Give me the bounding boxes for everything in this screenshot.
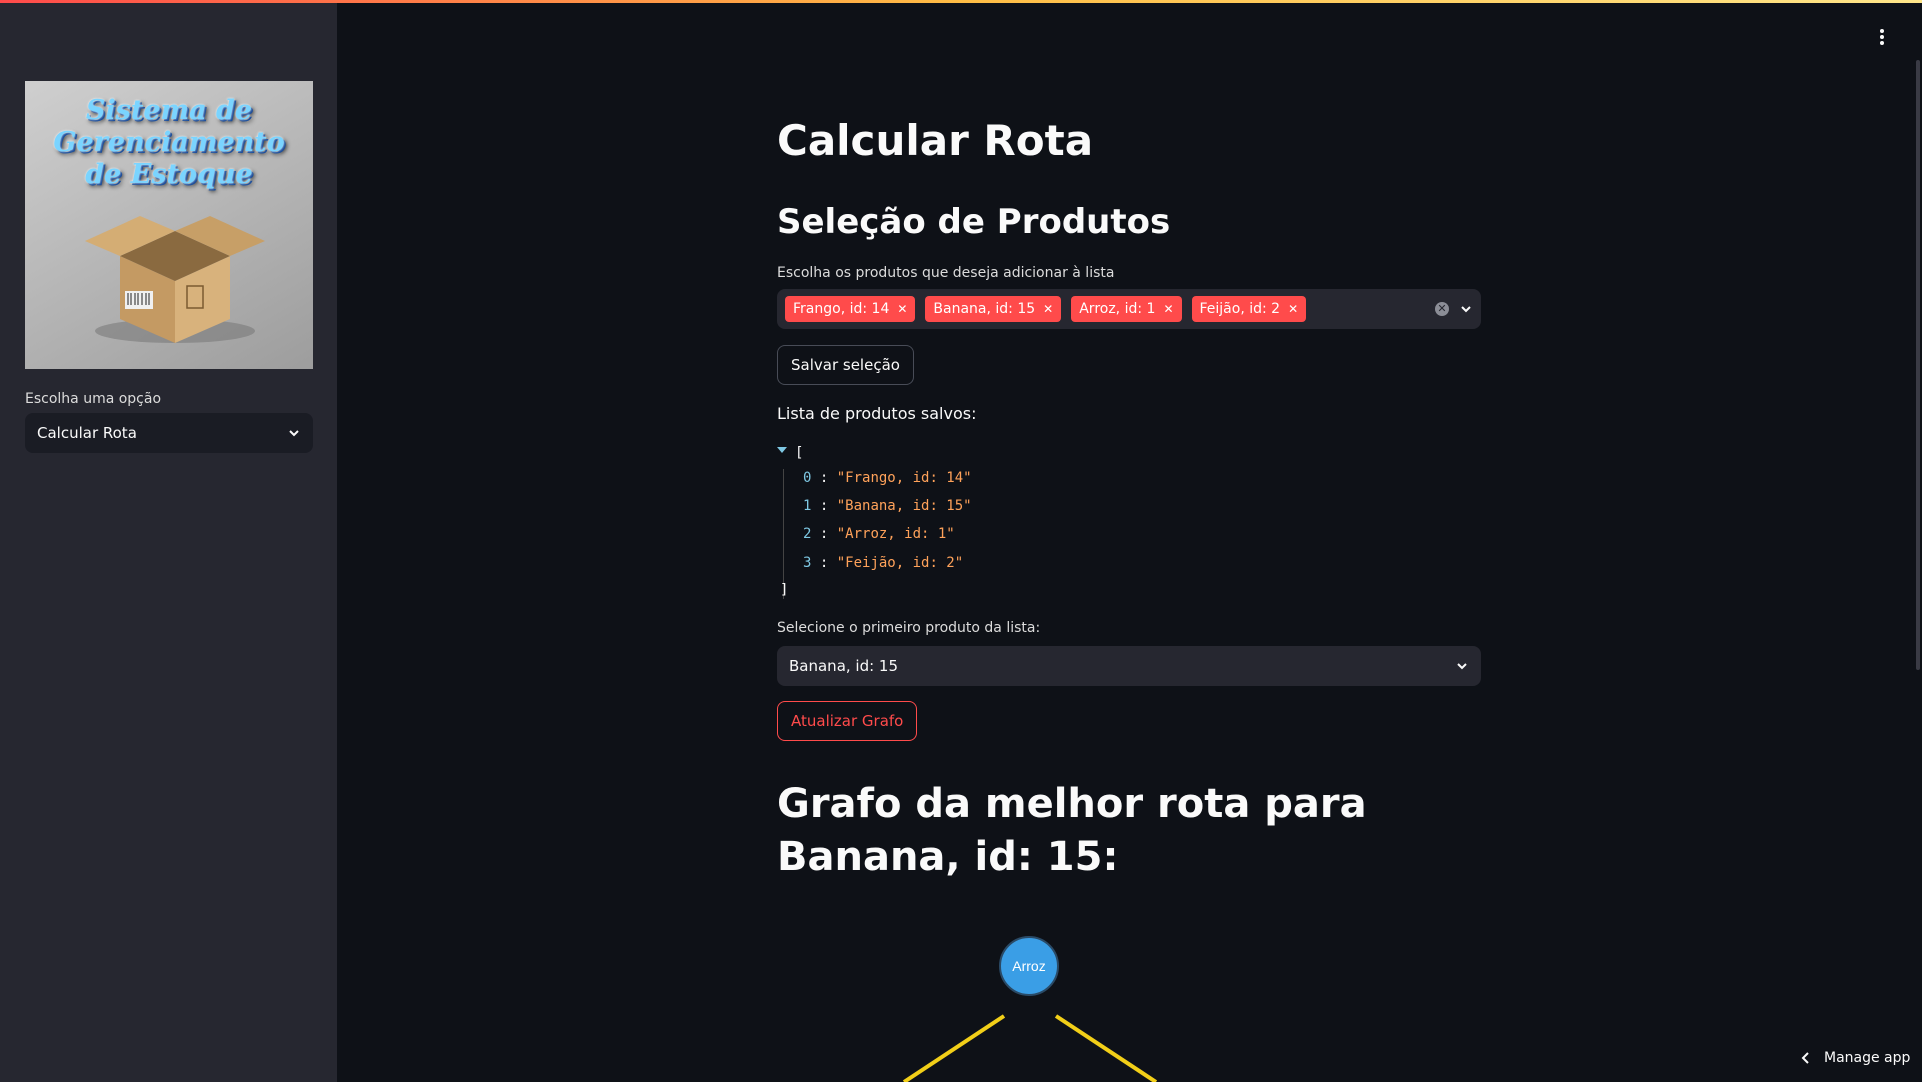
chip-label: Banana, id: 15 [933,301,1036,317]
chevron-down-icon [1457,663,1467,670]
selected-chip[interactable]: Frango, id: 14 ✕ [785,296,916,322]
first-product-label: Selecione o primeiro produto da lista: [777,620,1041,636]
graph-edge [1054,1014,1158,1082]
close-icon[interactable]: ✕ [1288,302,1298,316]
chip-label: Arroz, id: 1 [1079,301,1156,317]
menu-dot-icon [1880,35,1884,39]
cardboard-box-icon [85,216,265,343]
first-product-select[interactable]: Banana, id: 15 [777,646,1481,686]
json-list-item: 3 : "Feijão, id: 2" [803,555,964,571]
chip-label: Frango, id: 14 [793,301,890,317]
manage-app-label: Manage app [1824,1050,1911,1066]
json-list-item: 0 : "Frango, id: 14" [803,470,972,486]
save-selection-button[interactable]: Salvar seleção [777,345,914,385]
sidebar-option-select[interactable]: Calcular Rota [25,413,313,453]
multiselect-label: Escolha os produtos que deseja adicionar… [777,265,1115,281]
close-icon[interactable]: ✕ [1163,302,1173,316]
menu-dot-icon [1880,41,1884,45]
chevron-down-icon [289,430,299,437]
scrollbar[interactable] [1916,60,1920,670]
saved-list-label: Lista de produtos salvos: [777,404,977,423]
selected-chip[interactable]: Banana, id: 15 ✕ [925,296,1062,322]
json-list-item: 1 : "Banana, id: 15" [803,498,972,514]
graph-edge [902,1014,1006,1082]
app-logo-image: Sistema de Gerenciamento de Estoque [25,81,313,369]
route-graph: Arroz [902,936,1158,1082]
menu-dot-icon [1880,29,1884,33]
update-graph-button[interactable]: Atualizar Grafo [777,701,918,741]
selected-chip[interactable]: Arroz, id: 1 ✕ [1071,296,1182,322]
product-multiselect[interactable]: Frango, id: 14 ✕ Banana, id: 15 ✕ Arroz, i… [777,289,1481,329]
selected-chip[interactable]: Feijão, id: 2 ✕ [1191,296,1307,322]
sidebar: Sistema de Gerenciamento de Estoque Esco… [0,3,337,1082]
clear-all-icon[interactable]: ✕ [1435,302,1449,316]
page-title: Calcular Rota [777,116,1094,165]
chip-label: Feijão, id: 2 [1199,301,1281,317]
collapse-toggle-icon[interactable] [777,447,787,453]
manage-app-button[interactable]: Manage app [1800,1050,1910,1066]
close-icon[interactable]: ✕ [897,302,907,316]
sidebar-select-value: Calcular Rota [37,424,137,442]
chevron-left-icon [1801,1052,1809,1064]
json-open-bracket: [ [795,445,804,461]
chevron-down-icon[interactable] [1459,302,1473,316]
sidebar-select-label: Escolha uma opção [25,391,162,407]
json-indent-guide [783,469,784,599]
multiselect-controls: ✕ [1435,302,1473,316]
graph-node-label: Arroz [1012,958,1045,974]
json-close-bracket: ] [780,582,789,598]
main-menu-button[interactable] [1874,26,1890,48]
close-icon[interactable]: ✕ [1043,302,1053,316]
first-product-value: Banana, id: 15 [789,657,899,675]
graph-title: Grafo da melhor rota para Banana, id: 15… [777,781,1367,880]
json-list-item: 2 : "Arroz, id: 1" [803,526,955,542]
section-title: Seleção de Produtos [777,202,1171,242]
